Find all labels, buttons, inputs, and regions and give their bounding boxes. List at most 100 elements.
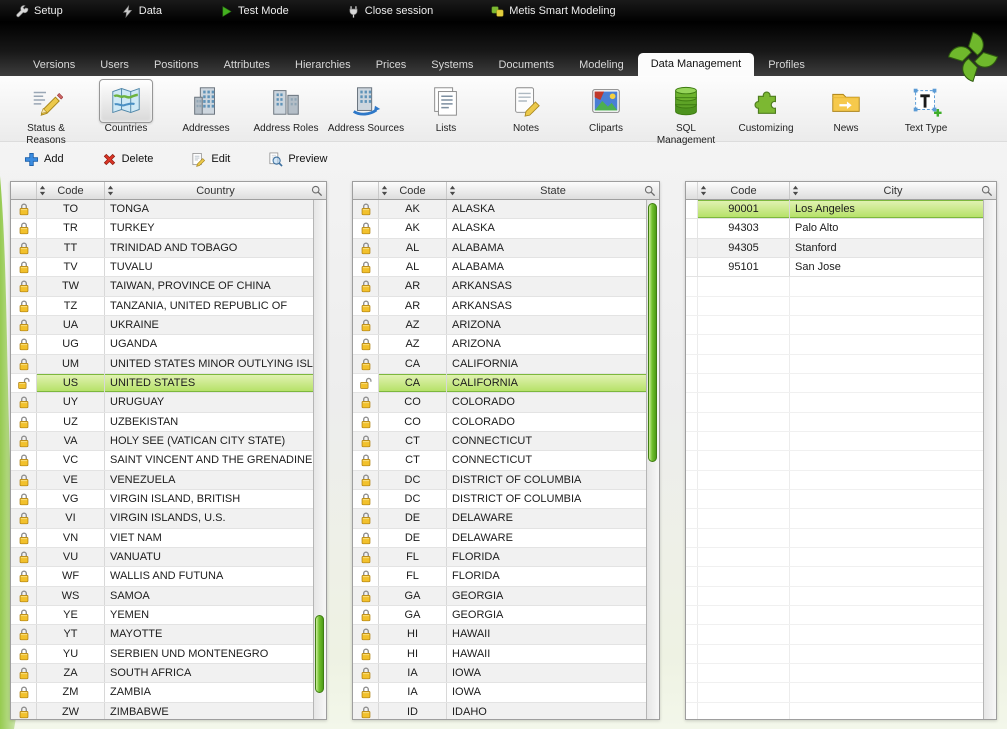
table-row[interactable]: IAIOWA xyxy=(353,664,646,683)
ribbon-item-news[interactable]: News xyxy=(806,79,886,135)
lock-closed-icon[interactable] xyxy=(353,509,379,527)
table-row[interactable]: YTMAYOTTE xyxy=(11,625,313,644)
sort-icon[interactable] xyxy=(449,185,456,196)
lock-closed-icon[interactable] xyxy=(11,355,37,373)
table-row[interactable]: ARARKANSAS xyxy=(353,297,646,316)
column-header-code[interactable]: Code xyxy=(698,182,790,199)
table-row[interactable]: COCOLORADO xyxy=(353,413,646,432)
table-row[interactable]: UYURUGUAY xyxy=(11,393,313,412)
ribbon-item-addresses[interactable]: Addresses xyxy=(166,79,246,135)
table-row[interactable]: COCOLORADO xyxy=(353,393,646,412)
column-header-city[interactable]: City xyxy=(790,182,996,199)
lock-closed-icon[interactable] xyxy=(353,413,379,431)
lock-closed-icon[interactable] xyxy=(353,200,379,218)
lock-closed-icon[interactable] xyxy=(353,432,379,450)
tab-hierarchies[interactable]: Hierarchies xyxy=(284,55,362,76)
lock-closed-icon[interactable] xyxy=(11,529,37,547)
table-row[interactable]: TRTURKEY xyxy=(11,219,313,238)
lock-closed-icon[interactable] xyxy=(11,548,37,566)
ribbon-item-notes[interactable]: Notes xyxy=(486,79,566,135)
lock-closed-icon[interactable] xyxy=(11,200,37,218)
sort-icon[interactable] xyxy=(792,185,799,196)
lock-closed-icon[interactable] xyxy=(353,297,379,315)
table-row[interactable]: 90001Los Angeles xyxy=(686,200,983,219)
tab-positions[interactable]: Positions xyxy=(143,55,210,76)
preview-button[interactable]: Preview xyxy=(268,152,327,167)
search-icon[interactable] xyxy=(981,185,993,197)
sort-icon[interactable] xyxy=(39,185,46,196)
column-header-code[interactable]: Code xyxy=(37,182,105,199)
table-row[interactable]: TWTAIWAN, PROVINCE OF CHINA xyxy=(11,277,313,296)
lock-closed-icon[interactable] xyxy=(11,567,37,585)
tab-users[interactable]: Users xyxy=(89,55,140,76)
column-header-state[interactable]: State xyxy=(447,182,659,199)
table-row[interactable]: UMUNITED STATES MINOR OUTLYING ISL... xyxy=(11,355,313,374)
table-row[interactable]: IAIOWA xyxy=(353,683,646,702)
table-row[interactable]: UGUGANDA xyxy=(11,335,313,354)
ribbon-item-sql-management[interactable]: SQL Management xyxy=(646,79,726,147)
search-icon[interactable] xyxy=(644,185,656,197)
table-row[interactable]: ZWZIMBABWE xyxy=(11,703,313,719)
lock-closed-icon[interactable] xyxy=(353,219,379,237)
column-header-country[interactable]: Country xyxy=(105,182,326,199)
lock-open-icon[interactable] xyxy=(353,374,379,392)
table-row[interactable]: DCDISTRICT OF COLUMBIA xyxy=(353,471,646,490)
table-row[interactable]: ALALABAMA xyxy=(353,239,646,258)
lock-closed-icon[interactable] xyxy=(353,645,379,663)
table-row[interactable]: WFWALLIS AND FUTUNA xyxy=(11,567,313,586)
lock-closed-icon[interactable] xyxy=(353,471,379,489)
table-row[interactable]: DEDELAWARE xyxy=(353,529,646,548)
delete-button[interactable]: Delete xyxy=(102,152,154,167)
table-row[interactable]: TVTUVALU xyxy=(11,258,313,277)
lock-closed-icon[interactable] xyxy=(353,567,379,585)
table-row[interactable]: DCDISTRICT OF COLUMBIA xyxy=(353,490,646,509)
ribbon-item-address-roles[interactable]: Address Roles xyxy=(246,79,326,135)
table-row[interactable]: ZMZAMBIA xyxy=(11,683,313,702)
tab-data-management[interactable]: Data Management xyxy=(638,53,755,76)
lock-closed-icon[interactable] xyxy=(11,335,37,353)
table-row[interactable]: FLFLORIDA xyxy=(353,567,646,586)
lock-open-icon[interactable] xyxy=(11,374,37,392)
sort-icon[interactable] xyxy=(700,185,707,196)
table-row[interactable]: AZARIZONA xyxy=(353,335,646,354)
lock-closed-icon[interactable] xyxy=(353,587,379,605)
lock-closed-icon[interactable] xyxy=(353,529,379,547)
lock-closed-icon[interactable] xyxy=(353,393,379,411)
sort-icon[interactable] xyxy=(107,185,114,196)
table-row[interactable]: CTCONNECTICUT xyxy=(353,432,646,451)
table-row[interactable]: GAGEORGIA xyxy=(353,587,646,606)
table-row[interactable]: ZASOUTH AFRICA xyxy=(11,664,313,683)
add-button[interactable]: Add xyxy=(24,152,64,167)
lock-closed-icon[interactable] xyxy=(353,664,379,682)
table-row[interactable]: FLFLORIDA xyxy=(353,548,646,567)
lock-closed-icon[interactable] xyxy=(353,316,379,334)
lock-closed-icon[interactable] xyxy=(11,239,37,257)
ribbon-item-countries[interactable]: Countries xyxy=(86,79,166,135)
table-row[interactable]: DEDELAWARE xyxy=(353,509,646,528)
table-row[interactable]: ALALABAMA xyxy=(353,258,646,277)
lock-closed-icon[interactable] xyxy=(11,393,37,411)
ribbon-item-address-sources[interactable]: Address Sources xyxy=(326,79,406,135)
tab-documents[interactable]: Documents xyxy=(487,55,565,76)
table-row[interactable]: HIHAWAII xyxy=(353,645,646,664)
scrollbar[interactable] xyxy=(983,200,996,719)
lock-closed-icon[interactable] xyxy=(353,490,379,508)
menu-item-data[interactable]: Data xyxy=(121,5,162,18)
table-row[interactable]: YUSERBIEN UND MONTENEGRO xyxy=(11,645,313,664)
table-row[interactable]: YEYEMEN xyxy=(11,606,313,625)
table-row[interactable]: VCSAINT VINCENT AND THE GRENADINES xyxy=(11,451,313,470)
lock-closed-icon[interactable] xyxy=(11,316,37,334)
lock-closed-icon[interactable] xyxy=(11,471,37,489)
table-row[interactable]: AZARIZONA xyxy=(353,316,646,335)
table-row[interactable]: UAUKRAINE xyxy=(11,316,313,335)
menu-item-test-mode[interactable]: Test Mode xyxy=(220,5,289,18)
table-row[interactable]: AKALASKA xyxy=(353,200,646,219)
table-row[interactable]: IDIDAHO xyxy=(353,703,646,719)
tab-profiles[interactable]: Profiles xyxy=(757,55,816,76)
menu-item-setup[interactable]: Setup xyxy=(16,5,63,18)
lock-closed-icon[interactable] xyxy=(11,451,37,469)
lock-closed-icon[interactable] xyxy=(11,258,37,276)
lock-closed-icon[interactable] xyxy=(11,509,37,527)
tab-modeling[interactable]: Modeling xyxy=(568,55,635,76)
ribbon-item-cliparts[interactable]: Cliparts xyxy=(566,79,646,135)
